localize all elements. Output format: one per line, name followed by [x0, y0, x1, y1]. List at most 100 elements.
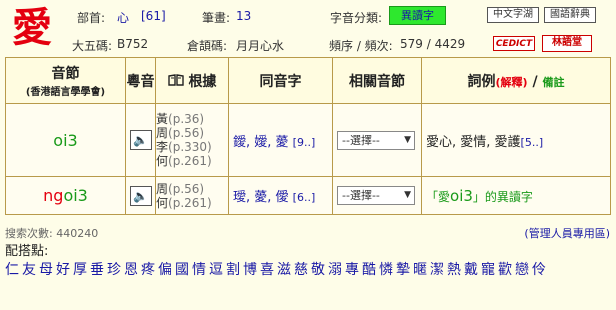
collocation-link[interactable]: 厚 — [73, 262, 87, 278]
ref-item: 周(p.56) — [156, 181, 205, 196]
speaker-icon[interactable]: 🔈 — [129, 130, 152, 150]
search-count: 搜索次數: 440240 — [5, 227, 99, 240]
header: 愛 部首: 心 [61] 筆畫: 13 字音分類: 異讀字 中文字湖 國語辭典 … — [0, 0, 616, 56]
collocation-link[interactable]: 割 — [226, 262, 240, 278]
collocation-link[interactable]: 專 — [345, 262, 359, 278]
collocation-link[interactable]: 仁 — [5, 262, 19, 278]
sound-cell: 🔈 — [125, 176, 156, 215]
radical-label: 部首: — [77, 11, 106, 25]
sound-cell: 🔈 — [125, 103, 156, 177]
collocation-link[interactable]: 慈 — [294, 262, 308, 278]
table-row: ngoi3 🔈 周(p.56) 何(p.261) 璦, 薆, 僾 [6..] -… — [5, 176, 611, 215]
collocation-link[interactable]: 摯 — [396, 262, 410, 278]
lin-yutang-dictionary-button[interactable]: 林語堂 — [542, 35, 592, 52]
explanation-label: (解釋) — [495, 75, 528, 89]
category-label: 字音分類: — [330, 11, 383, 25]
homophones-more-link[interactable]: [9..] — [293, 136, 316, 149]
collocation-link[interactable]: 博 — [243, 262, 257, 278]
chevron-down-icon: ▼ — [404, 190, 411, 200]
collocation-link[interactable]: 偏 — [158, 262, 172, 278]
examples-text: 愛心, 愛情, 愛護 — [426, 134, 521, 150]
ref-item: 何(p.261) — [156, 195, 212, 210]
syllable-header: 音節 (香港語言學學會) — [5, 57, 126, 104]
collocation-link[interactable]: 垂 — [90, 262, 104, 278]
cantonese-sound-header: 粵音 — [125, 57, 156, 104]
collocation-link[interactable]: 酷 — [362, 262, 376, 278]
collocation-link[interactable]: 寵 — [481, 262, 495, 278]
collocation-link[interactable]: 喜 — [260, 262, 274, 278]
examples-cell: 「愛oi3」的異讀字 — [421, 176, 611, 215]
refs-cell: 周(p.56) 何(p.261) — [155, 176, 229, 215]
cedict-button[interactable]: CEDICT — [493, 36, 535, 51]
table-row: oi3 🔈 黃(p.36) 周(p.56) 李(p.330) 何(p.261) … — [5, 103, 611, 177]
admin-area-link[interactable]: (管理人員專用區) — [524, 225, 610, 241]
zhongwen-dictionary-button[interactable]: 中文字湖 — [487, 7, 539, 23]
collocation-link[interactable]: 戀 — [515, 262, 529, 278]
headword-character: 愛 — [12, 4, 52, 51]
variant-note: 「愛oi3」的異讀字 — [426, 186, 533, 205]
examples-more-link[interactable]: [5..] — [521, 136, 544, 149]
table-header-row: 音節 (香港語言學學會) 粵音 根據 同音字 相關音節 詞例(解釋) / 備註 — [5, 57, 611, 104]
syllable-header-sub: (香港語言學學會) — [25, 87, 106, 98]
collocation-link[interactable]: 潔 — [430, 262, 444, 278]
notes-label: 備註 — [542, 75, 565, 89]
big5-value: B752 — [117, 37, 149, 51]
variant-syllable-link[interactable]: oi3 — [450, 187, 473, 205]
homophones-header: 同音字 — [228, 57, 333, 104]
examples-header: 詞例(解釋) / 備註 — [421, 57, 611, 104]
collocation-link[interactable]: 戴 — [464, 262, 478, 278]
collocation-link[interactable]: 好 — [56, 262, 70, 278]
collocation-link[interactable]: 逗 — [209, 262, 223, 278]
collocation-link[interactable]: 疼 — [141, 262, 155, 278]
syllable-link[interactable]: ngoi3 — [43, 186, 88, 205]
collocation-link[interactable]: 滋 — [277, 262, 291, 278]
related-syllable-select[interactable]: --選擇-- ▼ — [337, 130, 415, 150]
homophones-link[interactable]: 璦, 薆, 僾 — [233, 190, 289, 205]
ref-item: 何(p.261) — [156, 154, 212, 168]
strokes-label: 筆畫: — [202, 11, 231, 25]
collocation-link[interactable]: 伶 — [532, 262, 546, 278]
related-syllable-select[interactable]: --選擇-- ▼ — [337, 186, 415, 205]
collocation-link[interactable]: 恩 — [124, 262, 138, 278]
collocation-link[interactable]: 友 — [22, 262, 36, 278]
syllable-cell: ngoi3 — [5, 176, 126, 215]
ref-item: 黃(p.36) — [156, 112, 205, 126]
radical-link[interactable]: 心 — [117, 9, 129, 26]
collocation-link[interactable]: 暱 — [413, 262, 427, 278]
collocation-link[interactable]: 溺 — [328, 262, 342, 278]
related-cell: --選擇-- ▼ — [332, 176, 422, 215]
cangjie-label: 倉頡碼: — [187, 39, 228, 53]
homophones-link[interactable]: 鑀, 嬡, 薆 — [233, 135, 289, 150]
collocation-link[interactable]: 情 — [192, 262, 206, 278]
ref-item: 李(p.330) — [156, 140, 212, 154]
cangjie-value: 月月心水 — [236, 39, 285, 53]
collocation-list: 仁友母好厚垂珍恩疼偏國情逗割博喜滋慈敬溺專酷憐摯暱潔熱戴寵歡戀伶 — [5, 261, 611, 280]
chevron-down-icon: ▼ — [404, 134, 411, 145]
syllable-link[interactable]: oi3 — [53, 131, 77, 150]
guoyu-dictionary-button[interactable]: 國語辭典 — [544, 7, 596, 23]
collocation-link[interactable]: 熱 — [447, 262, 461, 278]
related-cell: --選擇-- ▼ — [332, 103, 422, 177]
collocation-link[interactable]: 歡 — [498, 262, 512, 278]
refs-cell: 黃(p.36) 周(p.56) 李(p.330) 何(p.261) — [155, 103, 229, 177]
category-badge[interactable]: 異讀字 — [389, 6, 446, 25]
syllable-cell: oi3 — [5, 103, 126, 177]
collocation-link[interactable]: 母 — [39, 262, 53, 278]
collocation-link[interactable]: 敬 — [311, 262, 325, 278]
collocation-link[interactable]: 國 — [175, 262, 189, 278]
speaker-icon[interactable]: 🔈 — [129, 185, 152, 206]
examples-cell: 愛心, 愛情, 愛護[5..] — [421, 103, 611, 177]
frequency-value: 579 / 4429 — [400, 37, 466, 51]
homophones-more-link[interactable]: [6..] — [293, 191, 316, 204]
homophones-cell: 璦, 薆, 僾 [6..] — [228, 176, 333, 215]
frequency-label: 頻序 / 頻次: — [329, 39, 393, 53]
collocation-link[interactable]: 憐 — [379, 262, 393, 278]
strokes-value: 13 — [236, 9, 252, 23]
collocation-link[interactable]: 珍 — [107, 262, 121, 278]
pronunciation-table: 音節 (香港語言學學會) 粵音 根據 同音字 相關音節 詞例(解釋) / 備註 … — [5, 57, 611, 215]
radical-number-link[interactable]: [61] — [141, 9, 166, 23]
homophones-cell: 鑀, 嬡, 薆 [9..] — [228, 103, 333, 177]
related-syllables-header: 相關音節 — [332, 57, 422, 104]
ref-item: 周(p.56) — [156, 126, 205, 140]
big5-label: 大五碼: — [72, 39, 113, 53]
